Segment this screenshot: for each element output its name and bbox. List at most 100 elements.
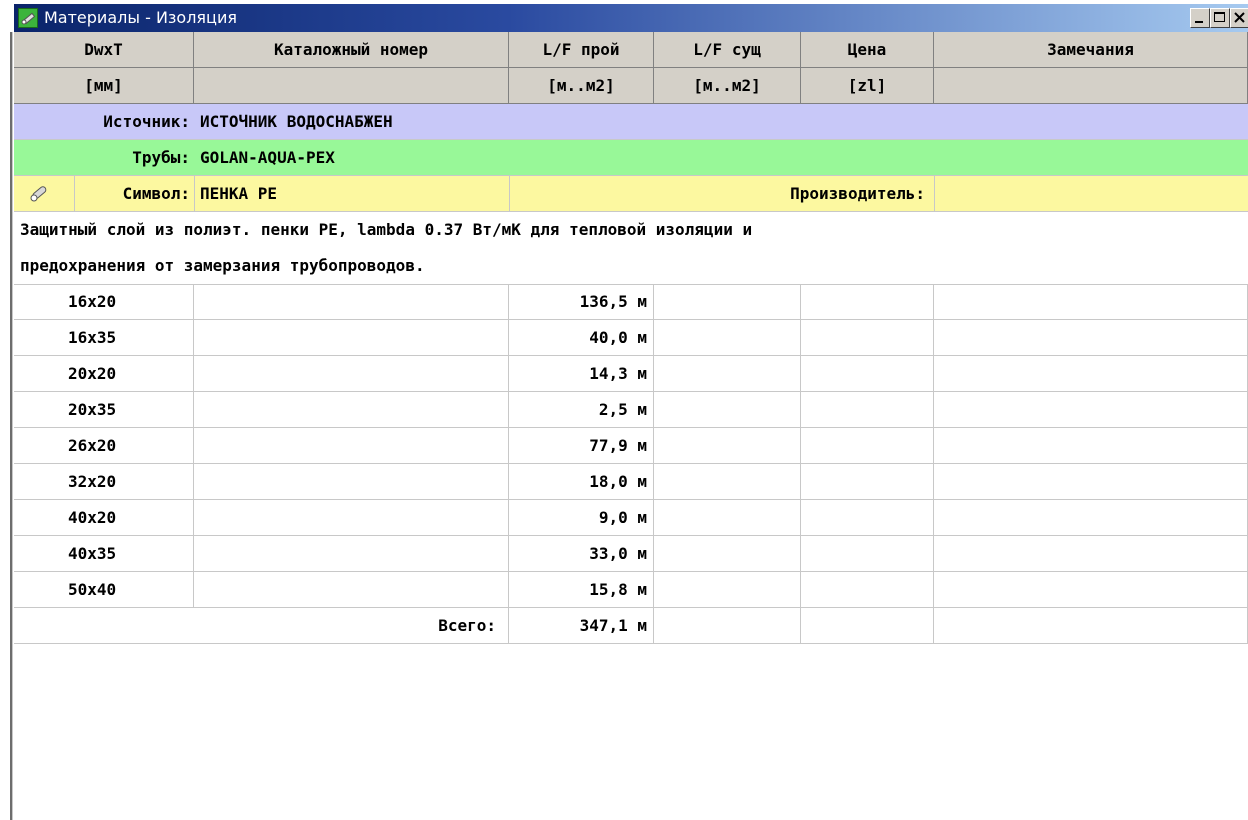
cell-catalog bbox=[194, 500, 509, 536]
source-label: Источник: bbox=[103, 112, 190, 131]
cell-price bbox=[801, 500, 934, 536]
cell-catalog bbox=[194, 572, 509, 608]
unit-notes bbox=[934, 68, 1248, 104]
table-row[interactable]: 50x40 15,8 м bbox=[14, 572, 1248, 608]
cell-price bbox=[801, 464, 934, 500]
column-header-price[interactable]: Цена bbox=[801, 32, 934, 68]
cell-lf-planned: 40,0 м bbox=[509, 320, 654, 356]
cell-lf-existing bbox=[654, 500, 801, 536]
column-header-notes[interactable]: Замечания bbox=[934, 32, 1248, 68]
table-header-row: DwxT Каталожный номер L/F прой L/F сущ Ц… bbox=[14, 32, 1248, 68]
minimize-button[interactable] bbox=[1190, 8, 1210, 28]
table-row[interactable]: 40x20 9,0 м bbox=[14, 500, 1248, 536]
pipes-label: Трубы: bbox=[132, 148, 190, 167]
cell-lf-existing bbox=[654, 356, 801, 392]
cell-lf-planned: 18,0 м bbox=[509, 464, 654, 500]
symbol-row[interactable]: Символ: ПЕНКА PE Производитель: bbox=[14, 176, 1248, 212]
table-row[interactable]: 26x20 77,9 м bbox=[14, 428, 1248, 464]
total-value: 347,1 м bbox=[509, 608, 654, 644]
cell-price bbox=[801, 536, 934, 572]
window-left-border-inner bbox=[12, 32, 13, 820]
maximize-button[interactable] bbox=[1210, 8, 1230, 28]
symbol-divider bbox=[934, 176, 935, 212]
cell-notes bbox=[934, 428, 1248, 464]
table-row[interactable]: 32x20 18,0 м bbox=[14, 464, 1248, 500]
table-row[interactable]: 20x20 14,3 м bbox=[14, 356, 1248, 392]
cell-notes bbox=[934, 284, 1248, 320]
source-value: ИСТОЧНИК ВОДОСНАБЖЕН bbox=[200, 112, 393, 131]
total-price bbox=[801, 608, 934, 644]
description-line: Защитный слой из полиэт. пенки PE, lambd… bbox=[20, 220, 753, 239]
cell-lf-existing bbox=[654, 284, 801, 320]
minimize-icon bbox=[1195, 21, 1203, 23]
materials-window: Материалы - Изоляция DwxT Каталожный ном… bbox=[0, 0, 1248, 820]
cell-notes bbox=[934, 572, 1248, 608]
unit-lf-existing: [м..м2] bbox=[654, 68, 801, 104]
cell-catalog bbox=[194, 356, 509, 392]
cell-size: 50x40 bbox=[14, 572, 194, 608]
insulation-app-icon bbox=[18, 8, 38, 28]
cell-lf-planned: 2,5 м bbox=[509, 392, 654, 428]
total-row: Всего: 347,1 м bbox=[14, 608, 1248, 644]
cell-notes bbox=[934, 536, 1248, 572]
cell-size: 16x35 bbox=[14, 320, 194, 356]
source-row[interactable]: Источник: ИСТОЧНИК ВОДОСНАБЖЕН bbox=[14, 104, 1248, 140]
cell-lf-existing bbox=[654, 572, 801, 608]
column-header-lf-planned[interactable]: L/F прой bbox=[509, 32, 654, 68]
pipes-value: GOLAN-AQUA-PEX bbox=[200, 148, 335, 167]
cell-lf-planned: 9,0 м bbox=[509, 500, 654, 536]
symbol-value: ПЕНКА PE bbox=[200, 184, 278, 203]
column-header-size[interactable]: DwxT bbox=[14, 32, 194, 68]
cell-price bbox=[801, 392, 934, 428]
cell-size: 40x20 bbox=[14, 500, 194, 536]
cell-notes bbox=[934, 320, 1248, 356]
column-header-catalog[interactable]: Каталожный номер bbox=[194, 32, 509, 68]
maximize-icon bbox=[1214, 12, 1225, 22]
total-notes bbox=[934, 608, 1248, 644]
cell-price bbox=[801, 428, 934, 464]
cell-size: 32x20 bbox=[14, 464, 194, 500]
manufacturer-label: Производитель: bbox=[790, 184, 925, 203]
unit-size: [мм] bbox=[14, 68, 194, 104]
pipes-row[interactable]: Трубы: GOLAN-AQUA-PEX bbox=[14, 140, 1248, 176]
cell-price bbox=[801, 320, 934, 356]
table-row[interactable]: 40x35 33,0 м bbox=[14, 536, 1248, 572]
cell-catalog bbox=[194, 284, 509, 320]
cell-price bbox=[801, 356, 934, 392]
unit-price: [zl] bbox=[801, 68, 934, 104]
table-row[interactable]: 16x20 136,5 м bbox=[14, 284, 1248, 320]
cell-notes bbox=[934, 392, 1248, 428]
cell-catalog bbox=[194, 428, 509, 464]
cell-size: 20x20 bbox=[14, 356, 194, 392]
cell-lf-existing bbox=[654, 464, 801, 500]
cell-price bbox=[801, 284, 934, 320]
cell-lf-existing bbox=[654, 536, 801, 572]
cell-size: 26x20 bbox=[14, 428, 194, 464]
cell-lf-existing bbox=[654, 392, 801, 428]
symbol-divider bbox=[194, 176, 195, 212]
table-row[interactable]: 20x35 2,5 м bbox=[14, 392, 1248, 428]
title-bar[interactable]: Материалы - Изоляция bbox=[14, 4, 1248, 32]
cell-lf-existing bbox=[654, 428, 801, 464]
cell-notes bbox=[934, 500, 1248, 536]
column-header-lf-existing[interactable]: L/F сущ bbox=[654, 32, 801, 68]
total-lf-existing bbox=[654, 608, 801, 644]
unit-catalog bbox=[194, 68, 509, 104]
cell-catalog bbox=[194, 464, 509, 500]
close-icon bbox=[1234, 12, 1245, 23]
cell-catalog bbox=[194, 320, 509, 356]
cell-size: 20x35 bbox=[14, 392, 194, 428]
cell-notes bbox=[934, 356, 1248, 392]
cell-catalog bbox=[194, 392, 509, 428]
cell-lf-planned: 136,5 м bbox=[509, 284, 654, 320]
close-button[interactable] bbox=[1230, 8, 1248, 28]
cell-lf-planned: 33,0 м bbox=[509, 536, 654, 572]
cell-size: 16x20 bbox=[14, 284, 194, 320]
symbol-label: Символ: bbox=[122, 184, 190, 203]
window-title: Материалы - Изоляция bbox=[44, 8, 237, 27]
table-units-row: [мм] [м..м2] [м..м2] [zl] bbox=[14, 68, 1248, 104]
cell-price bbox=[801, 572, 934, 608]
total-spacer bbox=[14, 608, 194, 644]
table-row[interactable]: 16x35 40,0 м bbox=[14, 320, 1248, 356]
cell-lf-planned: 77,9 м bbox=[509, 428, 654, 464]
